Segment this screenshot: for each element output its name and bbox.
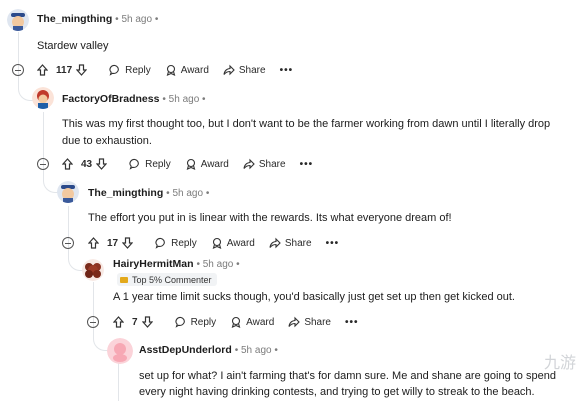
avatar[interactable] — [7, 9, 29, 31]
vote-score: 43 — [81, 158, 93, 170]
reply-icon — [109, 64, 119, 76]
comment-body: The effort you put in is linear with the… — [88, 212, 452, 224]
avatar[interactable] — [82, 259, 104, 281]
award-icon — [166, 64, 176, 76]
comment-actions: 43 Reply Award Share ••• — [62, 154, 327, 174]
comment-body-line-2: due to exhaustion. — [62, 135, 152, 147]
share-button[interactable]: Share — [243, 158, 286, 170]
reply-button[interactable]: Reply — [129, 158, 171, 170]
share-button[interactable]: Share — [223, 64, 266, 76]
thread-line — [93, 282, 94, 316]
reply-button[interactable]: Reply — [109, 64, 151, 76]
more-options-button[interactable]: ••• — [326, 238, 340, 249]
comment-body-line-1: set up for what? I ain't farming that's … — [139, 370, 556, 382]
collapse-button[interactable] — [62, 237, 74, 249]
vote-group: 7 — [113, 316, 157, 328]
comment-author[interactable]: HairyHermitMan • 5h ago • — [113, 258, 240, 270]
share-icon — [288, 316, 301, 328]
upvote-icon[interactable] — [37, 64, 48, 76]
share-icon — [269, 237, 281, 249]
share-button[interactable]: Share — [288, 316, 331, 328]
avatar[interactable] — [57, 181, 79, 203]
thread-line — [118, 360, 119, 401]
comment-author[interactable]: The_mingthing • 5h ago • — [37, 13, 158, 25]
vote-score: 117 — [56, 64, 73, 76]
medal-icon — [120, 276, 128, 283]
award-button[interactable]: Award — [230, 316, 274, 328]
comment-actions: 117 Reply Award Share ••• — [37, 60, 307, 80]
reply-icon — [129, 158, 139, 170]
reply-icon — [175, 316, 185, 328]
more-options-button[interactable]: ••• — [300, 159, 314, 170]
avatar[interactable] — [107, 338, 133, 364]
comment-author[interactable]: FactoryOfBradness • 5h ago • — [62, 93, 206, 105]
comment-body: Stardew valley — [37, 40, 109, 52]
comment-author[interactable]: AsstDepUnderlord • 5h ago • — [139, 344, 278, 356]
commenter-badge: Top 5% Commenter — [117, 273, 217, 286]
share-button[interactable]: Share — [269, 237, 312, 249]
more-options-button[interactable]: ••• — [345, 317, 359, 328]
collapse-button[interactable] — [12, 64, 24, 76]
vote-group: 117 — [37, 64, 91, 76]
vote-score: 7 — [132, 316, 138, 328]
upvote-icon[interactable] — [88, 237, 99, 249]
award-icon — [186, 158, 196, 170]
award-icon — [231, 316, 241, 328]
vote-group: 17 — [88, 237, 137, 249]
reply-button[interactable]: Reply — [155, 237, 197, 249]
comment-body-line-2: every night having drinking contests, an… — [139, 386, 535, 398]
collapse-button[interactable] — [37, 158, 49, 170]
reply-button[interactable]: Reply — [175, 316, 216, 328]
comment-actions: 7 Reply Award Share ••• — [113, 312, 373, 332]
downvote-icon[interactable] — [76, 64, 88, 76]
upvote-icon[interactable] — [113, 316, 124, 328]
thread-line — [43, 112, 44, 158]
downvote-icon[interactable] — [96, 158, 108, 170]
collapse-button[interactable] — [87, 316, 99, 328]
share-icon — [243, 158, 255, 170]
award-button[interactable]: Award — [165, 64, 209, 76]
award-button[interactable]: Award — [211, 237, 255, 249]
downvote-icon[interactable] — [141, 316, 153, 328]
thread-line — [68, 206, 69, 236]
comment-actions: 17 Reply Award Share ••• — [88, 233, 353, 253]
comment-author[interactable]: The_mingthing • 5h ago • — [88, 187, 209, 199]
more-options-button[interactable]: ••• — [280, 65, 294, 76]
vote-group: 43 — [62, 158, 111, 170]
downvote-icon[interactable] — [122, 237, 134, 249]
reply-icon — [155, 237, 165, 249]
award-button[interactable]: Award — [185, 158, 229, 170]
comment-body: A 1 year time limit sucks though, you'd … — [113, 291, 515, 303]
thread-branch — [18, 78, 33, 101]
comment-body-line-1: This was my first thought too, but I don… — [62, 118, 551, 130]
share-icon — [223, 64, 235, 76]
avatar[interactable] — [32, 87, 54, 109]
vote-score: 17 — [107, 237, 119, 249]
watermark: 九游 — [543, 355, 576, 372]
upvote-icon[interactable] — [62, 158, 73, 170]
award-icon — [212, 237, 222, 249]
